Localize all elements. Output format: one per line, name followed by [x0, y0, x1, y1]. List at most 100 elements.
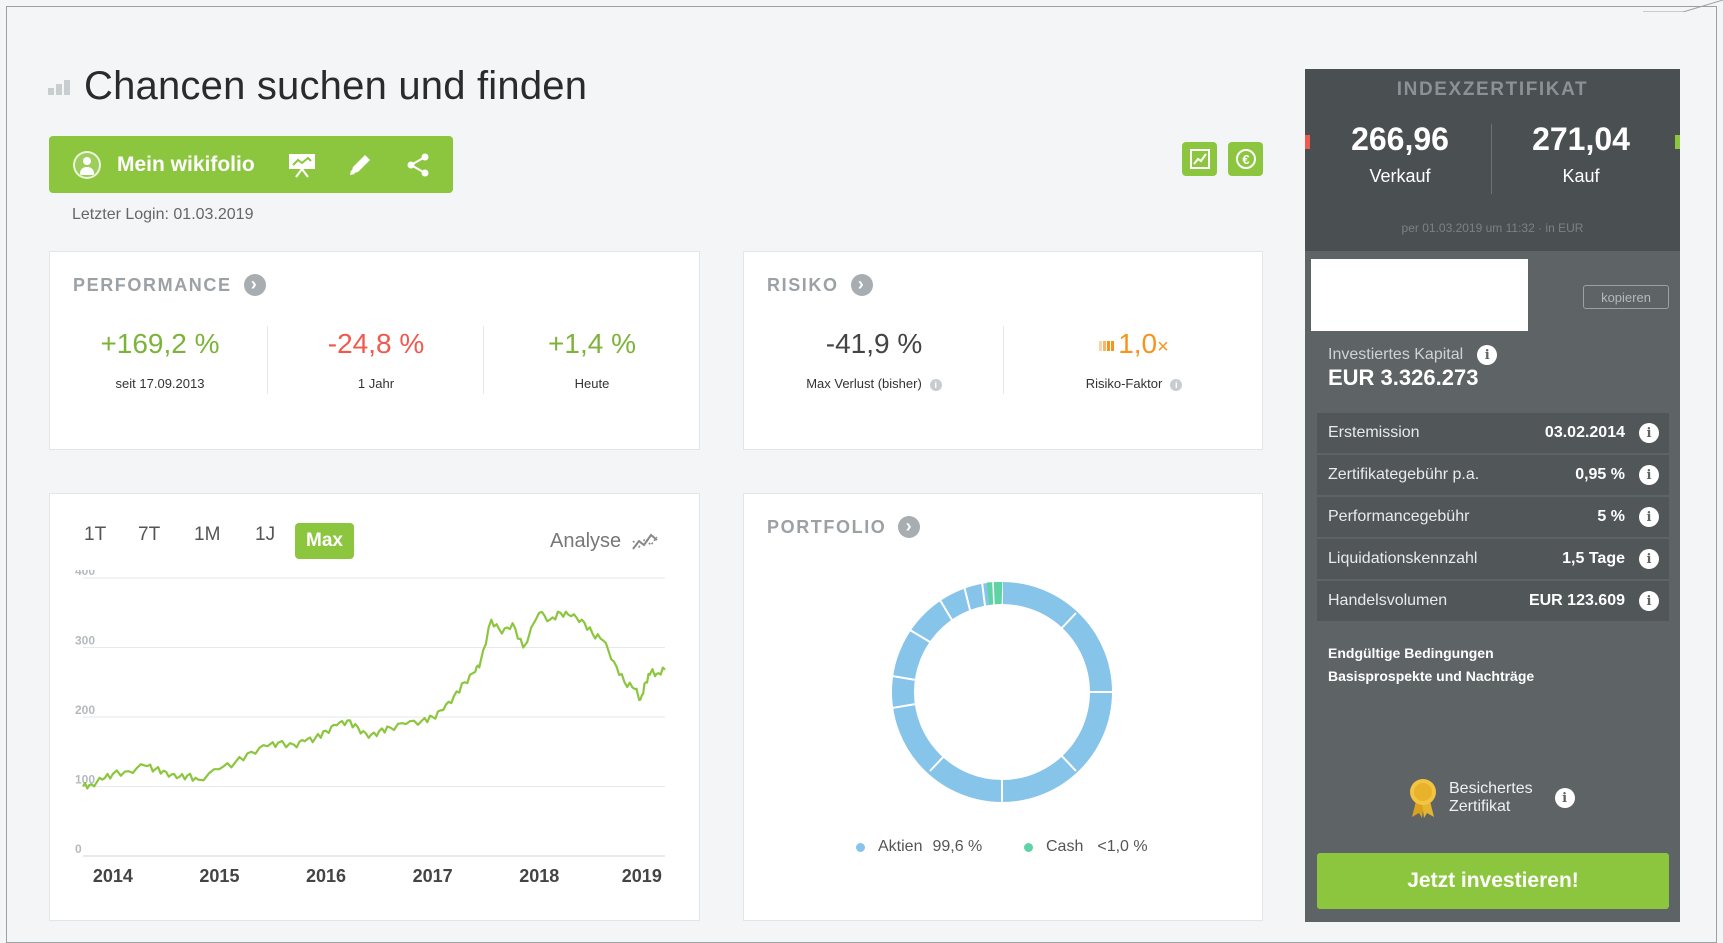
performance-line-chart: 40030020010002014 2015 2016 2017 2018 2019 — [75, 570, 666, 886]
x-tick-label: 2018 — [519, 866, 559, 886]
performance-heading: PERFORMANCE — [73, 274, 266, 296]
sell-price-value: 266,96 — [1351, 121, 1449, 157]
kpi-today-label: Heute — [574, 376, 610, 391]
wikifolio-toolbar: Mein wikifolio — [49, 136, 453, 193]
legend-cash: Cash <1,0 % — [1024, 838, 1148, 856]
detail-row-handelsvolumen: Handelsvolumen EUR 123.609 i — [1317, 581, 1669, 621]
range-1t[interactable]: 1T — [84, 524, 106, 546]
user-icon — [73, 150, 101, 179]
compare-chart-icon — [632, 533, 658, 550]
presentation-button[interactable] — [285, 150, 319, 180]
risk-card: RISIKO -41,9 % Max Verlust (bisher)i 1,0… — [743, 251, 1263, 450]
y-tick-label: 400 — [75, 570, 95, 578]
range-1j[interactable]: 1J — [255, 524, 275, 546]
sell-price: 266,96 Verkauf — [1315, 121, 1485, 187]
kpi-since-start: +169,2 % seit 17.09.2013 — [70, 328, 250, 391]
x-tick-label: 2017 — [413, 866, 453, 886]
invested-capital-value: EUR 3.326.273 — [1328, 365, 1479, 390]
performance-card: PERFORMANCE +169,2 % seit 17.09.2013 -24… — [49, 251, 700, 450]
kpi-divider — [483, 326, 484, 394]
risk-help-icon[interactable] — [850, 274, 873, 296]
info-icon[interactable]: i — [1639, 507, 1659, 527]
price-date-note: per 01.03.2019 um 11:32 · in EUR — [1401, 221, 1584, 235]
info-icon[interactable]: i — [1170, 378, 1183, 391]
mein-wikifolio-label: Mein wikifolio — [117, 152, 255, 176]
secured-certificate-badge: Besichertes Zertifikat i — [1407, 777, 1575, 819]
page-title: Chancen suchen und finden — [84, 64, 588, 108]
legend-aktien-name: Aktien — [878, 838, 923, 855]
detail-row-liquidationskennzahl: Liquidationskennzahl 1,5 Tage i — [1317, 539, 1669, 579]
info-icon[interactable]: i — [1554, 788, 1575, 808]
detail-row-performancegebuehr: Performancegebühr 5 % i — [1317, 497, 1669, 537]
x-tick-label: 2014 — [93, 866, 133, 886]
last-login-text: Letzter Login: 01.03.2019 — [72, 206, 254, 223]
range-1m[interactable]: 1M — [194, 524, 220, 546]
kpi-risk-factor: 1,0× Risiko-Faktor i — [1024, 328, 1244, 391]
kpi-one-year-value: -24,8 % — [327, 328, 425, 359]
portfolio-help-icon[interactable] — [898, 516, 921, 538]
y-tick-label: 300 — [75, 634, 95, 648]
info-icon[interactable]: i — [1639, 465, 1659, 485]
price-divider — [1491, 124, 1492, 194]
info-icon[interactable]: i — [1639, 591, 1659, 611]
legend-cash-value: <1,0 % — [1097, 838, 1148, 855]
invest-now-button[interactable]: Jetzt investieren! — [1317, 853, 1669, 909]
portfolio-donut — [891, 580, 1112, 804]
svg-text:€: € — [1242, 152, 1249, 167]
risk-title: RISIKO — [767, 274, 839, 295]
donut-cash-divider — [992, 581, 995, 607]
info-icon[interactable]: i — [1477, 345, 1498, 365]
line-chart-icon — [1189, 149, 1210, 169]
x-tick-label: 2015 — [199, 866, 239, 886]
legend-aktien: Aktien 99,6 % — [856, 838, 982, 856]
badge-text: Besichertes Zertifikat — [1449, 780, 1533, 815]
kpi-since-start-value: +169,2 % — [100, 328, 220, 359]
buy-marker — [1675, 135, 1680, 149]
chart-view-button[interactable] — [1182, 142, 1217, 176]
risk-bars-icon — [1099, 340, 1115, 351]
x-tick-label: 2019 — [622, 866, 662, 886]
kpi-max-loss: -41,9 % Max Verlust (bisher) i — [764, 328, 984, 391]
link-base-prospectus[interactable]: Basisprospekte und Nachträge — [1328, 668, 1534, 684]
kpi-divider — [1003, 326, 1004, 394]
x-tick-label: 2016 — [306, 866, 346, 886]
bar-chart-icon — [48, 79, 70, 95]
mein-wikifolio-button[interactable]: Mein wikifolio — [49, 150, 255, 179]
info-icon[interactable]: i — [929, 378, 942, 391]
y-tick-label: 0 — [75, 842, 82, 856]
link-final-terms[interactable]: Endgültige Bedingungen — [1328, 645, 1494, 661]
edit-button[interactable] — [343, 150, 377, 180]
detail-row-zertifikategebuehr: Zertifikategebühr p.a. 0,95 % i — [1317, 455, 1669, 495]
performance-help-icon[interactable] — [243, 274, 266, 296]
legend-aktien-dot — [856, 842, 865, 852]
share-button[interactable] — [401, 150, 435, 180]
performance-series-line — [82, 610, 666, 790]
range-7t[interactable]: 7T — [138, 524, 160, 546]
certificate-sidebar: INDEXZERTIFIKAT 266,96 Verkauf 271,04 Ka… — [1305, 69, 1680, 922]
y-tick-label: 200 — [75, 703, 95, 717]
legend-aktien-value: 99,6 % — [932, 838, 983, 855]
kpi-one-year: -24,8 % 1 Jahr — [286, 328, 466, 391]
currency-button[interactable]: € — [1228, 142, 1263, 176]
sell-price-label: Verkauf — [1369, 166, 1431, 186]
analyse-label: Analyse — [550, 530, 622, 552]
legend-cash-name: Cash — [1046, 838, 1084, 855]
page-header: Chancen suchen und finden — [48, 64, 587, 109]
copy-button[interactable]: kopieren — [1583, 285, 1669, 309]
kpi-divider — [267, 326, 268, 394]
kpi-since-start-label: seit 17.09.2013 — [115, 376, 205, 391]
pencil-icon — [350, 155, 370, 175]
portfolio-heading: PORTFOLIO — [767, 516, 921, 538]
info-icon[interactable]: i — [1639, 549, 1659, 569]
kpi-risk-factor-label: Risiko-Faktor i — [1024, 376, 1244, 391]
analyse-button[interactable]: Analyse — [550, 530, 659, 553]
range-max[interactable]: Max — [295, 523, 354, 559]
price-panel: INDEXZERTIFIKAT 266,96 Verkauf 271,04 Ka… — [1305, 69, 1680, 251]
info-icon[interactable]: i — [1639, 423, 1659, 443]
invested-capital-label: Investiertes Kapital i — [1328, 345, 1498, 365]
award-medal-icon — [1410, 779, 1436, 818]
share-icon — [407, 153, 429, 177]
kpi-today-value: +1,4 % — [548, 328, 636, 359]
donut-aktien-ring — [892, 582, 1112, 802]
sidebar-title: INDEXZERTIFIKAT — [1396, 79, 1589, 100]
